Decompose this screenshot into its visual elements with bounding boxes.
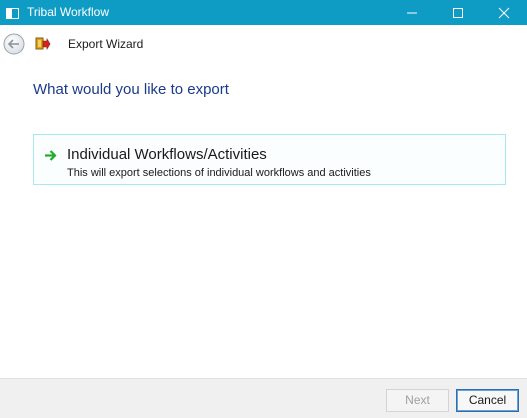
minimize-button[interactable] (389, 0, 435, 25)
next-button[interactable]: Next (386, 389, 449, 412)
page-heading: What would you like to export (33, 81, 229, 98)
option-description: This will export selections of individua… (67, 167, 371, 179)
wizard-footer: Next Cancel (0, 378, 527, 418)
back-arrow-icon (3, 33, 25, 55)
close-icon (498, 7, 510, 19)
option-title: Individual Workflows/Activities (67, 146, 267, 163)
close-button[interactable] (481, 0, 527, 25)
window-app-icon (6, 6, 19, 19)
wizard-header: Export Wizard (0, 25, 527, 65)
wizard-title: Export Wizard (68, 37, 144, 51)
title-bar[interactable]: Tribal Workflow (0, 0, 527, 25)
green-arrow-right-icon (44, 148, 57, 161)
minimize-icon (407, 12, 417, 14)
option-individual-workflows[interactable]: Individual Workflows/Activities This wil… (33, 134, 506, 185)
export-wizard-icon (35, 37, 51, 51)
maximize-icon (453, 8, 463, 18)
window-title: Tribal Workflow (27, 5, 110, 19)
app-window: Tribal Workflow Export Wizard What would… (0, 0, 527, 418)
maximize-button[interactable] (435, 0, 481, 25)
cancel-button[interactable]: Cancel (456, 389, 519, 412)
back-button[interactable] (3, 33, 25, 55)
